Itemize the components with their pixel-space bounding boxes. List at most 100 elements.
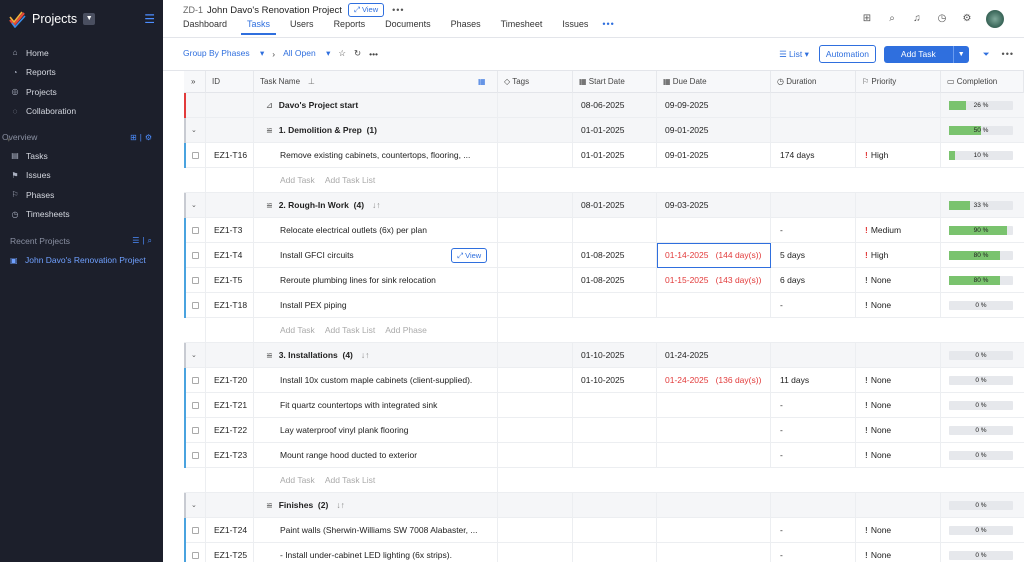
start-date[interactable]: 01-10-2025 [575, 368, 655, 393]
col-due-date[interactable]: ▦ Due Date [657, 71, 771, 93]
task-name[interactable]: Reroute plumbing lines for sink relocati… [274, 268, 496, 293]
tab-tasks[interactable]: Tasks [241, 17, 277, 35]
start-date[interactable]: 08-06-2025 [575, 93, 655, 118]
duration[interactable]: - [774, 443, 854, 468]
bell-icon[interactable]: ♫ [911, 13, 923, 25]
filter-icon[interactable]: ⏷ [983, 49, 990, 60]
column-settings-icon[interactable]: ▦ [478, 71, 486, 93]
priority[interactable]: ! None [859, 293, 939, 318]
priority[interactable]: ! None [859, 543, 939, 562]
tab-reports[interactable]: Reports [328, 17, 372, 35]
duration[interactable]: - [774, 218, 854, 243]
table-row[interactable]: EZ1-T23 Mount range hood ducted to exteri… [184, 443, 1024, 468]
task-checkbox[interactable] [192, 302, 199, 309]
duration[interactable]: 11 days [774, 368, 854, 393]
task-view-button[interactable]: ⤢ View [451, 248, 488, 263]
col-id[interactable]: ID [206, 71, 254, 93]
start-date[interactable] [575, 443, 655, 468]
task-checkbox[interactable] [192, 227, 199, 234]
duration[interactable]: 6 days [774, 268, 854, 293]
refresh-icon[interactable]: ↻ [354, 48, 361, 59]
sidebar-item-collaboration[interactable]: ◌ Collaboration [0, 102, 163, 122]
task-id[interactable]: EZ1-T23 [208, 443, 254, 468]
sidebar-item-issues[interactable]: ⚑ Issues [0, 166, 163, 186]
task-checkbox[interactable] [192, 377, 199, 384]
col-completion[interactable]: ▭ Completion [941, 71, 1024, 93]
due-date[interactable] [659, 293, 769, 318]
chevron-down-icon[interactable]: ⌄ [191, 343, 197, 368]
task-checkbox[interactable] [192, 152, 199, 159]
project-name-cell[interactable]: ⊿ Davo's Project start [260, 93, 498, 118]
table-row[interactable]: EZ1-T5 Reroute plumbing lines for sink re… [184, 268, 1024, 293]
start-date[interactable]: 08-01-2025 [575, 193, 655, 218]
task-name[interactable]: Install PEX piping [274, 293, 496, 318]
timer-icon[interactable]: ◷ [936, 13, 948, 25]
start-date[interactable]: 01-08-2025 [575, 268, 655, 293]
collapse-all-icon[interactable]: » [184, 71, 206, 93]
due-date[interactable] [659, 518, 769, 543]
priority[interactable]: ! None [859, 418, 939, 443]
start-date[interactable] [575, 293, 655, 318]
task-name[interactable]: Lay waterproof vinyl plank flooring [274, 418, 496, 443]
add-task-link[interactable]: Add Task [280, 175, 315, 185]
add-phase-link[interactable]: Add Phase [385, 325, 427, 335]
col-task-name[interactable]: Task Name ⊥ ▦ [254, 71, 498, 93]
sidebar-item-phases[interactable]: ⚐ Phases [0, 185, 163, 205]
add-task-row[interactable]: Add Task Add Task List [184, 168, 1024, 193]
overview-header[interactable]: ▾ Overview ⊞|⚙ [0, 128, 163, 146]
priority[interactable]: ! None [859, 393, 939, 418]
duration[interactable]: - [774, 543, 854, 562]
task-id[interactable]: EZ1-T5 [208, 268, 254, 293]
sidebar-item-tasks[interactable]: ▤ Tasks [0, 146, 163, 166]
task-name[interactable]: Remove existing cabinets, countertops, f… [274, 143, 496, 168]
table-row[interactable]: EZ1-T25 - Install under-cabinet LED light… [184, 543, 1024, 562]
chevron-down-icon[interactable]: ⌄ [191, 193, 197, 218]
task-id[interactable]: EZ1-T22 [208, 418, 254, 443]
due-date[interactable]: 09-09-2025 [659, 93, 769, 118]
task-name[interactable]: - Install under-cabinet LED lighting (6x… [274, 543, 496, 562]
add-task-dropdown[interactable]: ▼ [952, 45, 969, 63]
start-date[interactable]: 01-10-2025 [575, 343, 655, 368]
tab-users[interactable]: Users [284, 17, 320, 35]
start-date[interactable] [575, 518, 655, 543]
list-view-dropdown[interactable]: ☰ List ▾ [779, 49, 809, 60]
project-view-button[interactable]: ⤢ View [347, 3, 385, 17]
chevron-down-icon[interactable]: ⌄ [191, 118, 197, 143]
task-id[interactable]: EZ1-T4 [208, 243, 254, 268]
toolbar-right-more-icon[interactable]: ••• [1002, 49, 1014, 59]
task-id[interactable]: EZ1-T21 [208, 393, 254, 418]
priority[interactable]: ! None [859, 268, 939, 293]
task-checkbox[interactable] [192, 427, 199, 434]
task-name[interactable]: Mount range hood ducted to exterior [274, 443, 496, 468]
gear-icon[interactable]: ⚙ [961, 13, 973, 25]
tab-documents[interactable]: Documents [379, 17, 437, 35]
phase-row[interactable]: ⌄ ≌ 1. Demolition & Prep (1) 01-01-2025 09-0… [184, 118, 1024, 143]
sort-icon[interactable]: ↓↑ [336, 500, 345, 510]
project-row[interactable]: ⊿ Davo's Project start 08-06-2025 09-09-202… [184, 93, 1024, 118]
table-row[interactable]: EZ1-T3 Relocate electrical outlets (6x) p… [184, 218, 1024, 243]
task-checkbox[interactable] [192, 452, 199, 459]
task-id[interactable]: EZ1-T16 [208, 143, 254, 168]
task-name[interactable]: Install 10x custom maple cabinets (clien… [274, 368, 496, 393]
star-icon[interactable]: ☆ [338, 48, 346, 59]
task-checkbox[interactable] [192, 527, 199, 534]
table-row[interactable]: EZ1-T21 Fit quartz countertops with integ… [184, 393, 1024, 418]
recent-project-item[interactable]: ▣ John Davo's Renovation Project [0, 250, 163, 270]
chevron-down-icon[interactable]: ⌄ [191, 493, 197, 518]
table-row[interactable]: EZ1-T24 Paint walls (Sherwin-Williams SW … [184, 518, 1024, 543]
recent-tools-icon[interactable]: ☰|⌕ [132, 236, 155, 246]
sidebar-collapse-icon[interactable]: ☰ [144, 12, 155, 26]
due-date[interactable] [659, 493, 769, 518]
overview-tools-icon[interactable]: ⊞|⚙ [130, 133, 155, 142]
task-name[interactable]: Paint walls (Sherwin-Williams SW 7008 Al… [274, 518, 496, 543]
task-name[interactable]: Relocate electrical outlets (6x) per pla… [274, 218, 496, 243]
tab-dashboard[interactable]: Dashboard [177, 17, 233, 35]
phase-row[interactable]: ⌄ ≌ Finishes (2) ↓↑ 0 % [184, 493, 1024, 518]
phase-row[interactable]: ⌄ ≌ 3. Installations (4) ↓↑ 01-10-2025 01-24-… [184, 343, 1024, 368]
avatar[interactable] [986, 10, 1004, 28]
task-checkbox[interactable] [192, 552, 199, 559]
table-row[interactable]: EZ1-T18 Install PEX piping -! None 0 % [184, 293, 1024, 318]
col-priority[interactable]: ⚐ Priority [856, 71, 941, 93]
phase-row[interactable]: ⌄ ≌ 2. Rough-In Work (4) ↓↑ 08-01-2025 09-03-… [184, 193, 1024, 218]
sidebar-item-projects[interactable]: ◎ Projects [0, 82, 163, 102]
